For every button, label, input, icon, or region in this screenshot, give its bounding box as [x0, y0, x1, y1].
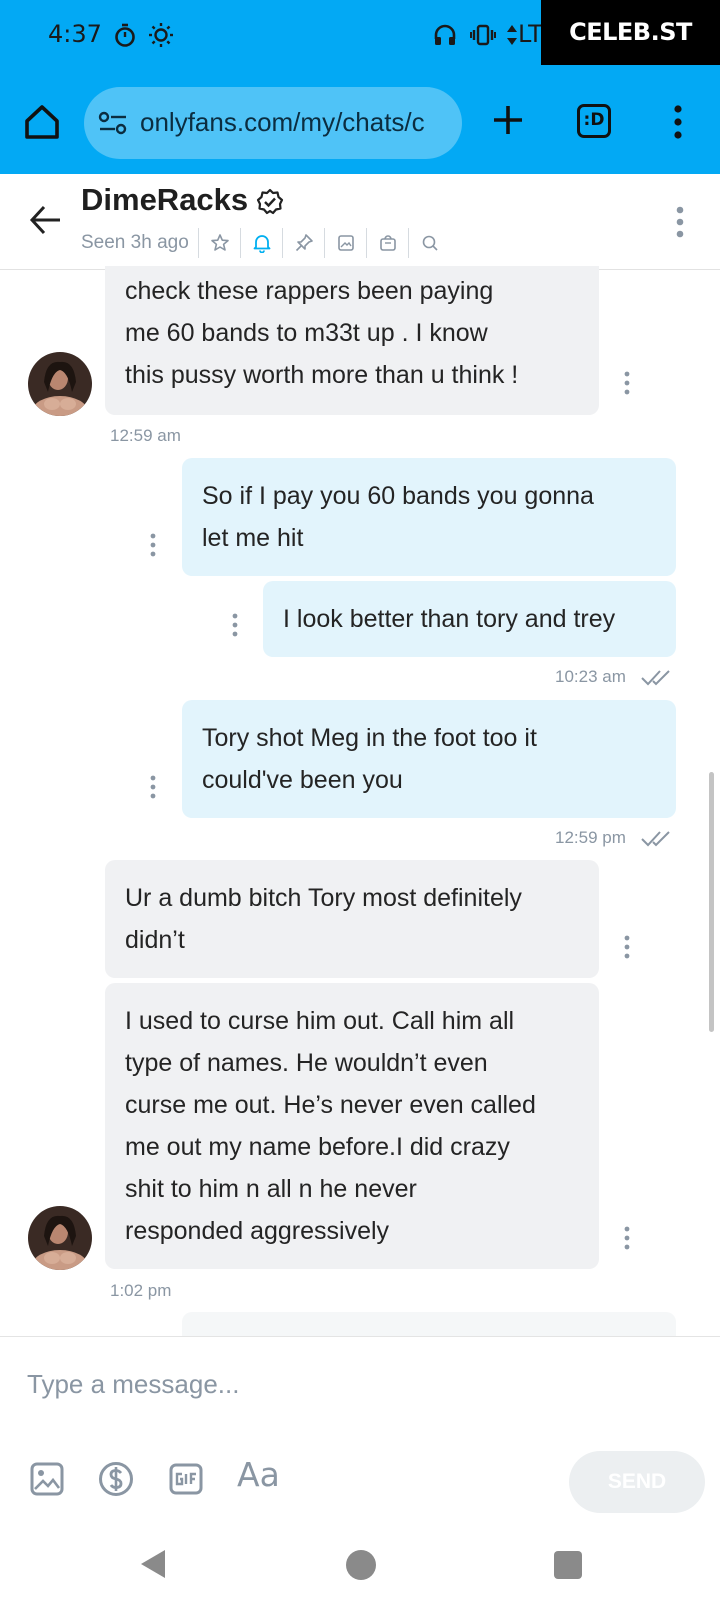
message-line: this pussy worth more than u think !	[125, 361, 519, 389]
system-nav-bar	[0, 1526, 720, 1612]
back-arrow-icon[interactable]	[28, 202, 64, 238]
message-line: me out my name before.I did crazy	[125, 1133, 510, 1161]
message-line: didn’t	[125, 926, 185, 954]
network-label: LT	[518, 20, 543, 48]
message-bubble-partial	[182, 1312, 676, 1336]
vibrate-icon	[470, 24, 496, 46]
message-options-icon[interactable]	[621, 370, 633, 396]
site-settings-icon[interactable]	[98, 109, 128, 137]
message-line: So if I pay you 60 bands you gonna	[202, 482, 594, 510]
message-line: let me hit	[202, 524, 304, 552]
recents-icon[interactable]	[554, 1551, 582, 1579]
message-timestamp: 12:59 am	[110, 426, 181, 445]
brightness-icon	[149, 23, 173, 47]
last-seen-status: Seen 3h ago	[81, 232, 189, 253]
dollar-icon[interactable]	[97, 1460, 135, 1498]
pin-icon[interactable]	[282, 228, 324, 258]
address-bar[interactable]: onlyfans.com/my/chats/c	[84, 87, 462, 159]
back-icon[interactable]	[137, 1547, 169, 1581]
message-bubble-outgoing[interactable]: I look better than tory and trey	[263, 581, 676, 657]
message-line: check these rappers been paying	[125, 277, 494, 305]
gif-icon[interactable]	[167, 1460, 205, 1498]
contact-name[interactable]: DimeRacks	[81, 182, 248, 218]
text-format-button[interactable]: Aa	[237, 1455, 280, 1494]
timer-icon	[115, 23, 135, 47]
message-options-icon[interactable]	[147, 532, 159, 558]
image-icon[interactable]	[28, 1460, 66, 1498]
headphones-icon	[434, 24, 456, 45]
url-text[interactable]: onlyfans.com/my/chats/c	[140, 107, 454, 138]
message-bubble-incoming[interactable]: check these rappers been paying me 60 ba…	[105, 266, 599, 415]
watermark-logo: CELEB.ST	[541, 0, 720, 65]
status-time: 4:37	[48, 20, 102, 48]
home-icon[interactable]	[22, 102, 62, 142]
message-options-icon[interactable]	[147, 774, 159, 800]
home-icon[interactable]	[346, 1550, 376, 1580]
browser-menu-icon[interactable]	[664, 102, 692, 142]
message-input[interactable]	[27, 1361, 667, 1407]
read-receipt-icon	[641, 670, 670, 686]
tab-switcher-button[interactable]: :D	[577, 104, 611, 138]
message-options-icon[interactable]	[229, 612, 241, 638]
message-timestamp: 10:23 am	[555, 667, 626, 686]
star-icon[interactable]	[198, 228, 240, 258]
message-line: responded aggressively	[125, 1217, 390, 1245]
message-line: I look better than tory and trey	[283, 605, 616, 633]
message-line: curse me out. He’s never even called	[125, 1091, 536, 1119]
message-timestamp: 1:02 pm	[110, 1281, 172, 1300]
contact-avatar[interactable]	[28, 1206, 92, 1270]
browser-toolbar: onlyfans.com/my/chats/c :D	[0, 74, 720, 174]
message-line: shit to him n all n he never	[125, 1175, 417, 1203]
message-line: Tory shot Meg in the foot too it	[202, 724, 537, 752]
send-button[interactable]: SEND	[569, 1451, 705, 1513]
message-options-icon[interactable]	[621, 934, 633, 960]
message-line: could've been you	[202, 766, 403, 794]
new-tab-icon[interactable]	[488, 100, 528, 140]
bag-icon[interactable]	[366, 228, 408, 258]
message-bubble-incoming[interactable]: Ur a dumb bitch Tory most definitely did…	[105, 860, 599, 978]
chat-header: DimeRacks Seen 3h ago	[0, 174, 720, 270]
scrollbar[interactable]	[709, 772, 714, 1032]
message-line: me 60 bands to m33t up . I know	[125, 319, 488, 347]
message-bubble-outgoing[interactable]: So if I pay you 60 bands you gonna let m…	[182, 458, 676, 576]
message-composer: Aa SEND	[0, 1336, 720, 1526]
search-icon[interactable]	[408, 228, 450, 258]
read-receipt-icon	[641, 831, 670, 847]
message-line: Ur a dumb bitch Tory most definitely	[125, 884, 522, 912]
message-timestamp: 12:59 pm	[555, 828, 626, 847]
message-bubble-incoming[interactable]: I used to curse him out. Call him all ty…	[105, 983, 599, 1269]
chat-options-icon[interactable]	[668, 204, 692, 240]
image-icon[interactable]	[324, 228, 366, 258]
contact-avatar[interactable]	[28, 352, 92, 416]
bell-icon[interactable]	[240, 228, 282, 258]
chat-actions-bar	[198, 228, 450, 258]
message-options-icon[interactable]	[621, 1225, 633, 1251]
message-line: type of names. He wouldn’t even	[125, 1049, 488, 1077]
message-bubble-outgoing[interactable]: Tory shot Meg in the foot too it could'v…	[182, 700, 676, 818]
message-line: I used to curse him out. Call him all	[125, 1007, 515, 1035]
verified-badge-icon	[256, 188, 284, 215]
